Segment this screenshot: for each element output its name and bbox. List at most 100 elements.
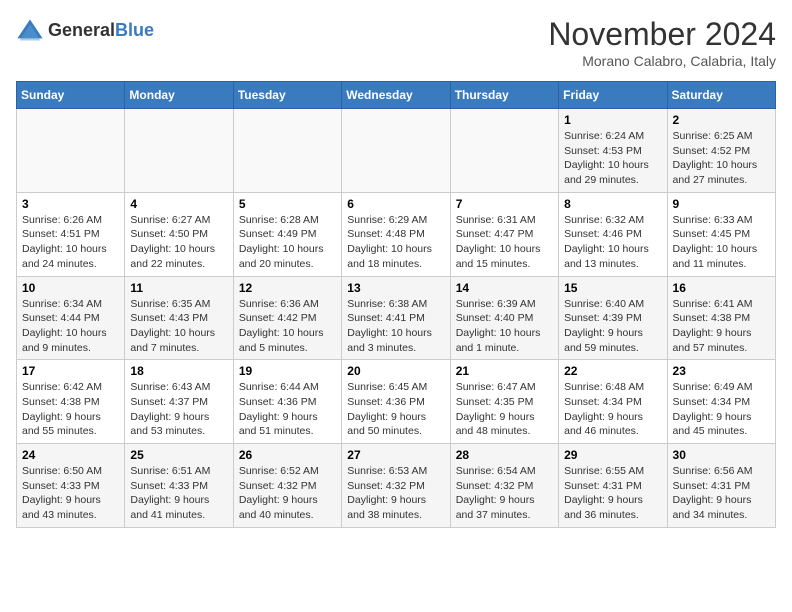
calendar-week-row: 24Sunrise: 6:50 AMSunset: 4:33 PMDayligh…: [17, 444, 776, 528]
calendar-cell: 14Sunrise: 6:39 AMSunset: 4:40 PMDayligh…: [450, 276, 558, 360]
day-number: 4: [130, 197, 227, 211]
day-detail-line: Sunset: 4:36 PM: [347, 395, 444, 410]
calendar-cell: 18Sunrise: 6:43 AMSunset: 4:37 PMDayligh…: [125, 360, 233, 444]
calendar-cell: 19Sunrise: 6:44 AMSunset: 4:36 PMDayligh…: [233, 360, 341, 444]
calendar-cell: [17, 109, 125, 193]
day-detail: Sunrise: 6:27 AMSunset: 4:50 PMDaylight:…: [130, 213, 227, 272]
day-detail: Sunrise: 6:53 AMSunset: 4:32 PMDaylight:…: [347, 464, 444, 523]
day-detail-line: Sunrise: 6:33 AM: [673, 213, 770, 228]
day-detail-line: Sunset: 4:38 PM: [673, 311, 770, 326]
day-detail-line: Daylight: 10 hours and 9 minutes.: [22, 326, 119, 355]
day-detail-line: Daylight: 10 hours and 11 minutes.: [673, 242, 770, 271]
day-detail-line: Sunrise: 6:44 AM: [239, 380, 336, 395]
day-detail: Sunrise: 6:49 AMSunset: 4:34 PMDaylight:…: [673, 380, 770, 439]
logo-text-general: General: [48, 20, 115, 40]
calendar-cell: [450, 109, 558, 193]
day-detail-line: Sunrise: 6:27 AM: [130, 213, 227, 228]
day-detail-line: Sunrise: 6:39 AM: [456, 297, 553, 312]
logo-icon: [16, 16, 44, 44]
day-detail-line: Sunrise: 6:52 AM: [239, 464, 336, 479]
day-detail: Sunrise: 6:40 AMSunset: 4:39 PMDaylight:…: [564, 297, 661, 356]
day-detail-line: Sunset: 4:35 PM: [456, 395, 553, 410]
title-block: November 2024 Morano Calabro, Calabria, …: [548, 16, 776, 69]
calendar-cell: 9Sunrise: 6:33 AMSunset: 4:45 PMDaylight…: [667, 192, 775, 276]
calendar-cell: [125, 109, 233, 193]
day-detail-line: Sunrise: 6:41 AM: [673, 297, 770, 312]
day-detail-line: Daylight: 9 hours and 36 minutes.: [564, 493, 661, 522]
calendar-cell: 10 Sunrise: 6:34 AMSunset: 4:44 PMDayligh…: [17, 276, 125, 360]
calendar-cell: 1Sunrise: 6:24 AMSunset: 4:53 PMDaylight…: [559, 109, 667, 193]
day-detail: Sunrise: 6:34 AMSunset: 4:44 PMDaylight:…: [22, 297, 119, 356]
calendar-cell: 30Sunrise: 6:56 AMSunset: 4:31 PMDayligh…: [667, 444, 775, 528]
day-detail-line: Daylight: 9 hours and 43 minutes.: [22, 493, 119, 522]
day-number: 10: [22, 281, 119, 295]
day-detail: Sunrise: 6:35 AMSunset: 4:43 PMDaylight:…: [130, 297, 227, 356]
day-detail-line: Sunset: 4:40 PM: [456, 311, 553, 326]
day-detail-line: Daylight: 10 hours and 1 minute.: [456, 326, 553, 355]
day-number: 30: [673, 448, 770, 462]
day-number: 29: [564, 448, 661, 462]
day-detail-line: Sunrise: 6:43 AM: [130, 380, 227, 395]
day-detail: Sunrise: 6:52 AMSunset: 4:32 PMDaylight:…: [239, 464, 336, 523]
day-detail-line: Daylight: 10 hours and 15 minutes.: [456, 242, 553, 271]
weekday-header-row: SundayMondayTuesdayWednesdayThursdayFrid…: [17, 82, 776, 109]
day-number: 19: [239, 364, 336, 378]
day-detail: Sunrise: 6:42 AMSunset: 4:38 PMDaylight:…: [22, 380, 119, 439]
day-detail: Sunrise: 6:28 AMSunset: 4:49 PMDaylight:…: [239, 213, 336, 272]
day-detail-line: Daylight: 10 hours and 20 minutes.: [239, 242, 336, 271]
calendar-cell: 8Sunrise: 6:32 AMSunset: 4:46 PMDaylight…: [559, 192, 667, 276]
day-detail-line: Sunset: 4:45 PM: [673, 227, 770, 242]
day-detail-line: Sunset: 4:31 PM: [564, 479, 661, 494]
calendar-cell: 2Sunrise: 6:25 AMSunset: 4:52 PMDaylight…: [667, 109, 775, 193]
day-detail-line: Sunrise: 6:50 AM: [22, 464, 119, 479]
day-number: 6: [347, 197, 444, 211]
day-detail-line: Daylight: 9 hours and 46 minutes.: [564, 410, 661, 439]
day-detail-line: Sunrise: 6:28 AM: [239, 213, 336, 228]
day-detail-line: Sunrise: 6:25 AM: [673, 129, 770, 144]
day-detail-line: Sunrise: 6:35 AM: [130, 297, 227, 312]
day-number: 22: [564, 364, 661, 378]
day-number: 11: [130, 281, 227, 295]
day-detail: Sunrise: 6:32 AMSunset: 4:46 PMDaylight:…: [564, 213, 661, 272]
day-detail-line: Daylight: 9 hours and 48 minutes.: [456, 410, 553, 439]
day-detail-line: Sunset: 4:43 PM: [130, 311, 227, 326]
day-detail-line: Sunset: 4:50 PM: [130, 227, 227, 242]
day-number: 26: [239, 448, 336, 462]
calendar-cell: 27Sunrise: 6:53 AMSunset: 4:32 PMDayligh…: [342, 444, 450, 528]
calendar-cell: 25Sunrise: 6:51 AMSunset: 4:33 PMDayligh…: [125, 444, 233, 528]
calendar-cell: 12Sunrise: 6:36 AMSunset: 4:42 PMDayligh…: [233, 276, 341, 360]
day-detail-line: Sunrise: 6:40 AM: [564, 297, 661, 312]
day-detail-line: Sunrise: 6:49 AM: [673, 380, 770, 395]
day-detail: Sunrise: 6:38 AMSunset: 4:41 PMDaylight:…: [347, 297, 444, 356]
day-detail-line: Sunrise: 6:36 AM: [239, 297, 336, 312]
day-detail-line: Sunrise: 6:54 AM: [456, 464, 553, 479]
calendar-cell: 11 Sunrise: 6:35 AMSunset: 4:43 PMDayligh…: [125, 276, 233, 360]
calendar-week-row: 3Sunrise: 6:26 AMSunset: 4:51 PMDaylight…: [17, 192, 776, 276]
calendar-cell: 7Sunrise: 6:31 AMSunset: 4:47 PMDaylight…: [450, 192, 558, 276]
calendar-cell: 13Sunrise: 6:38 AMSunset: 4:41 PMDayligh…: [342, 276, 450, 360]
calendar-cell: 4 Sunrise: 6:27 AMSunset: 4:50 PMDaylight…: [125, 192, 233, 276]
day-number: 20: [347, 364, 444, 378]
day-detail-line: Sunset: 4:41 PM: [347, 311, 444, 326]
day-number: 23: [673, 364, 770, 378]
day-number: 5: [239, 197, 336, 211]
day-detail-line: Sunset: 4:38 PM: [22, 395, 119, 410]
day-detail: Sunrise: 6:45 AMSunset: 4:36 PMDaylight:…: [347, 380, 444, 439]
day-number: 17: [22, 364, 119, 378]
day-detail-line: Sunrise: 6:26 AM: [22, 213, 119, 228]
day-detail-line: Daylight: 10 hours and 3 minutes.: [347, 326, 444, 355]
day-detail-line: Sunset: 4:44 PM: [22, 311, 119, 326]
day-detail-line: Sunrise: 6:45 AM: [347, 380, 444, 395]
day-detail: Sunrise: 6:36 AMSunset: 4:42 PMDaylight:…: [239, 297, 336, 356]
month-title: November 2024: [548, 16, 776, 53]
logo-text-blue: Blue: [115, 20, 154, 40]
location-subtitle: Morano Calabro, Calabria, Italy: [548, 53, 776, 69]
day-detail-line: Daylight: 9 hours and 57 minutes.: [673, 326, 770, 355]
day-detail-line: Sunset: 4:49 PM: [239, 227, 336, 242]
day-detail-line: Sunset: 4:32 PM: [347, 479, 444, 494]
day-number: 16: [673, 281, 770, 295]
day-detail-line: Sunrise: 6:48 AM: [564, 380, 661, 395]
day-detail-line: Sunset: 4:33 PM: [130, 479, 227, 494]
day-detail-line: Sunset: 4:48 PM: [347, 227, 444, 242]
day-detail-line: Sunrise: 6:31 AM: [456, 213, 553, 228]
